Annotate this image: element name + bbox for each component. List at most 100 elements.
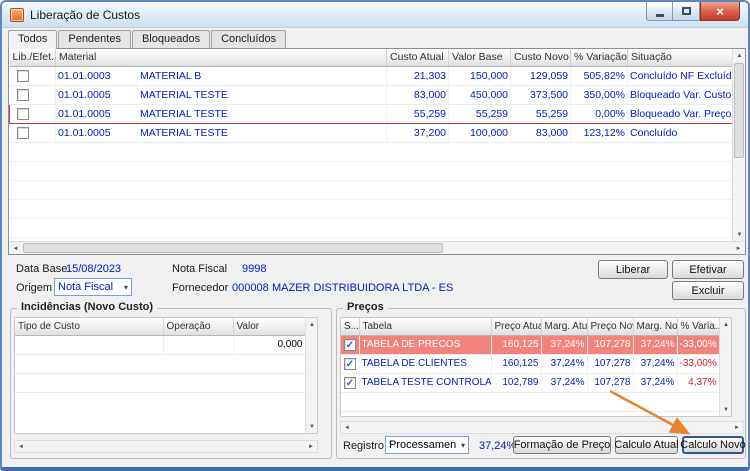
liberar-button[interactable]: Liberar xyxy=(598,260,668,279)
incidencias-title: Incidências (Novo Custo) xyxy=(17,301,158,313)
scroll-up-icon[interactable]: ▲ xyxy=(306,318,317,331)
tab-bloqueados[interactable]: Bloqueados xyxy=(131,30,211,48)
col-situacao[interactable]: Situação xyxy=(627,49,732,67)
scroll-up-icon[interactable]: ▲ xyxy=(733,49,746,62)
col-valor[interactable]: Valor xyxy=(233,318,306,336)
variacao: 350,00% xyxy=(570,85,629,105)
row-checkbox-checked[interactable]: ✓ xyxy=(344,376,356,389)
material-name: MATERIAL TESTE xyxy=(137,123,388,143)
table-row[interactable]: 01.01.0005 MATERIAL TESTE 83,000 450,000… xyxy=(9,85,732,105)
scroll-left-icon[interactable]: ◄ xyxy=(15,441,27,452)
marg-atual: 37,24% xyxy=(550,358,585,369)
chevron-down-icon: ▾ xyxy=(460,440,465,450)
maximize-button[interactable] xyxy=(673,2,700,21)
scroll-down-icon[interactable]: ▼ xyxy=(733,228,746,241)
custo-novo: 373,500 xyxy=(510,85,572,105)
row-checkbox-checked[interactable]: ✓ xyxy=(344,357,356,370)
h-scroll-thumb[interactable] xyxy=(23,243,443,253)
col-marg-novo[interactable]: Marg. Novo xyxy=(633,318,678,336)
row-checkbox[interactable] xyxy=(16,126,29,139)
scroll-left-icon[interactable]: ◄ xyxy=(9,242,22,255)
col-material[interactable]: Material xyxy=(55,49,388,67)
v-scrollbar[interactable]: ▲ ▼ xyxy=(732,49,745,241)
titlebar[interactable]: Liberação de Custos × xyxy=(2,2,748,28)
empty-row xyxy=(9,199,732,219)
origem-select[interactable]: Nota Fiscal ▾ xyxy=(54,278,132,296)
col-valor-base[interactable]: Valor Base xyxy=(448,49,512,67)
custo-atual: 37,200 xyxy=(386,123,450,143)
tab-pendentes[interactable]: Pendentes xyxy=(58,30,131,48)
marg-atual: 37,24% xyxy=(550,377,585,388)
minimize-button[interactable] xyxy=(646,2,673,21)
tab-todos[interactable]: Todos xyxy=(8,30,58,49)
custo-novo: 83,000 xyxy=(510,123,572,143)
materials-table-area: Lib./Efet. Material Custo Atual Valor Ba… xyxy=(9,49,732,241)
table-row-current[interactable]: 01.01.0005 MATERIAL TESTE 55,259 55,259 … xyxy=(9,103,732,124)
incidencias-groupbox: Incidências (Novo Custo) Tipo de Custo O… xyxy=(10,301,332,459)
material-code: 01.01.0005 xyxy=(55,123,138,143)
empty-row xyxy=(9,142,732,162)
table-row[interactable]: 01.01.0003 MATERIAL B 21,303 150,000 129… xyxy=(9,66,732,86)
h-scrollbar[interactable]: ◄ ► xyxy=(9,241,745,254)
scroll-down-icon[interactable]: ▼ xyxy=(720,403,731,416)
empty-row xyxy=(341,392,720,412)
row-checkbox[interactable] xyxy=(17,107,29,120)
col-custo-novo[interactable]: Custo Novo xyxy=(510,49,572,67)
col-tabela[interactable]: Tabela xyxy=(359,318,492,336)
precos-row[interactable]: ✓ TABELA TESTE CONTROLADORIA 102,789 37,… xyxy=(341,373,720,393)
col-preco-atual[interactable]: Preço Atual xyxy=(491,318,542,336)
grid-header-row: Lib./Efet. Material Custo Atual Valor Ba… xyxy=(9,49,732,67)
situacao: Concluído NF Excluída xyxy=(627,66,732,86)
registro-selected-value: Processamen xyxy=(389,439,457,451)
row-checkbox-checked[interactable]: ✓ xyxy=(344,338,356,351)
valor-base: 100,000 xyxy=(448,123,512,143)
incidencias-v-scrollbar[interactable]: ▲ ▼ xyxy=(305,318,317,433)
excluir-button[interactable]: Excluir xyxy=(672,281,744,300)
col-custo-atual[interactable]: Custo Atual xyxy=(386,49,450,67)
scroll-right-icon[interactable]: ► xyxy=(305,441,317,452)
check-icon: ✓ xyxy=(345,339,355,351)
scroll-down-icon[interactable]: ▼ xyxy=(306,420,317,433)
incidencias-h-scrollbar[interactable]: ◄ ► xyxy=(14,440,318,453)
formacao-preco-button[interactable]: Formação de Preço xyxy=(513,436,611,454)
col-sel[interactable]: S... xyxy=(341,318,360,336)
col-marg-atual[interactable]: Marg. Atual xyxy=(541,318,588,336)
tab-concluidos[interactable]: Concluídos xyxy=(211,30,287,48)
custo-novo: 55,259 xyxy=(510,103,572,124)
row-checkbox[interactable] xyxy=(16,88,29,101)
tabela-name: TABELA TESTE CONTROLADORIA xyxy=(361,377,491,388)
incidencias-valor: 0,000 xyxy=(233,335,306,355)
calculo-atual-button[interactable]: Calculo Atual xyxy=(614,436,679,454)
empty-row xyxy=(9,180,732,200)
col-tipo-custo[interactable]: Tipo de Custo xyxy=(15,318,164,336)
efetivar-button[interactable]: Efetivar xyxy=(672,260,744,279)
incidencias-grid: Tipo de Custo Operação Valor 0,000 ▲ ▼ xyxy=(14,317,318,434)
incidencias-row[interactable]: 0,000 xyxy=(15,335,306,355)
precos-row[interactable]: ✓ TABELA DE CLIENTES 160,125 37,24% 107,… xyxy=(341,354,720,374)
custo-atual: 55,259 xyxy=(386,103,450,124)
fornecedor-label: Fornecedor xyxy=(172,282,229,294)
close-button[interactable]: × xyxy=(700,2,740,21)
marg-atual: 37,24% xyxy=(550,339,585,350)
row-checkbox[interactable] xyxy=(16,69,29,82)
table-row[interactable]: 01.01.0005 MATERIAL TESTE 37,200 100,000… xyxy=(9,123,732,143)
calculo-novo-button[interactable]: Calculo Novo xyxy=(680,436,746,454)
precos-title: Preços xyxy=(343,301,388,313)
preco-novo: 107,278 xyxy=(594,377,631,388)
col-lib-efet[interactable]: Lib./Efet. xyxy=(9,49,56,67)
col-preco-novo[interactable]: Preço Novo xyxy=(587,318,634,336)
col-variacao[interactable]: % Variação xyxy=(570,49,629,67)
col-pvariacao[interactable]: % Varia... xyxy=(677,318,720,336)
scroll-left-icon[interactable]: ◄ xyxy=(341,422,353,433)
precos-h-scrollbar[interactable]: ◄ ► xyxy=(340,421,744,434)
registro-select[interactable]: Processamen ▾ xyxy=(385,436,469,454)
valor-base: 55,259 xyxy=(448,103,512,124)
v-scroll-thumb[interactable] xyxy=(734,63,744,158)
scroll-up-icon[interactable]: ▲ xyxy=(720,318,731,331)
scroll-right-icon[interactable]: ► xyxy=(731,422,743,433)
precos-v-scrollbar[interactable]: ▲ ▼ xyxy=(719,318,731,416)
col-operacao[interactable]: Operação xyxy=(163,318,234,336)
scroll-right-icon[interactable]: ► xyxy=(732,242,745,255)
situacao: Bloqueado Var. Preço xyxy=(627,103,732,124)
precos-row-selected[interactable]: ✓ TABELA DE PRECOS 160,125 37,24% 107,27… xyxy=(341,335,720,355)
